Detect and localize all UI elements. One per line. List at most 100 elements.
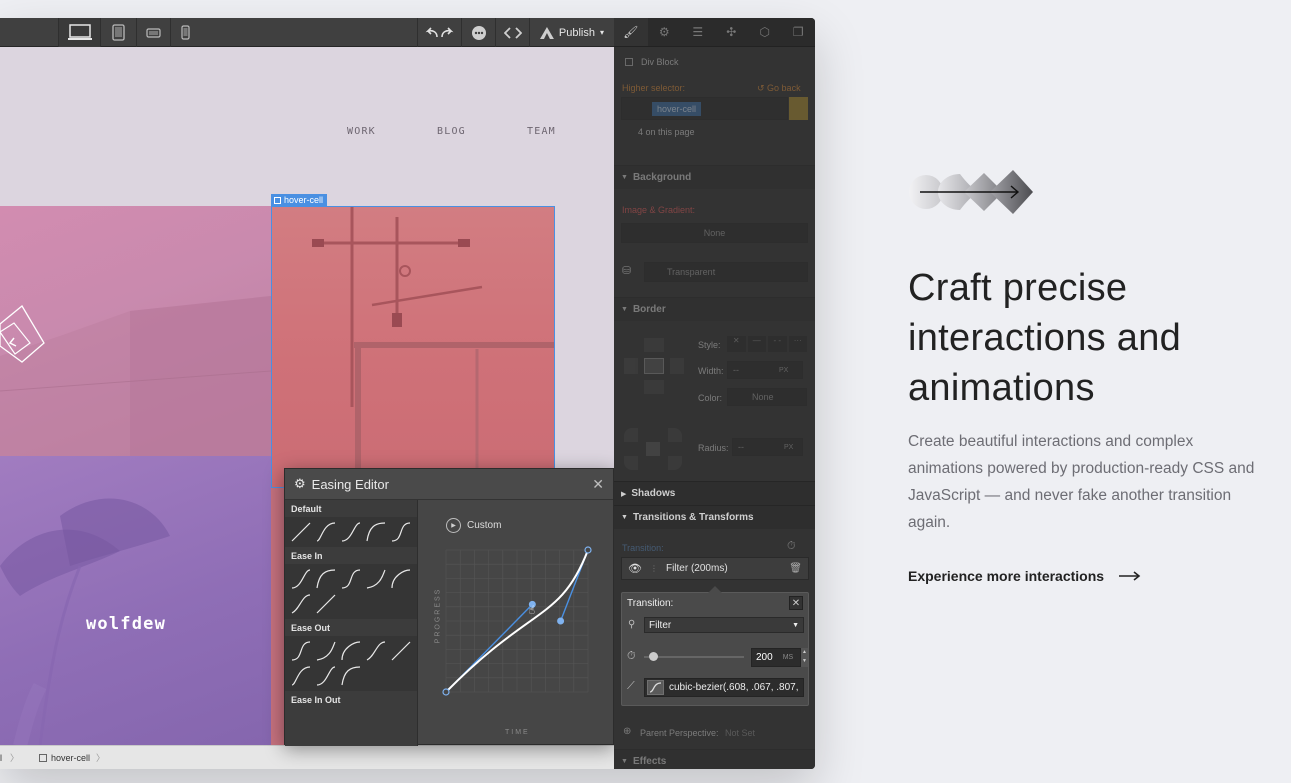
breadcrumb-item[interactable]: l 〉	[0, 746, 31, 769]
trash-icon[interactable]: 🗑	[789, 563, 802, 574]
easing-function-field[interactable]: cubic-bezier(.608, .067, .807,	[644, 678, 804, 697]
easing-preset-curve[interactable]	[314, 567, 338, 591]
tab-settings[interactable]: ⚙	[648, 18, 682, 46]
tab-symbols[interactable]: ⬡	[748, 18, 782, 46]
section-background[interactable]: ▼ Background	[614, 165, 815, 189]
section-border[interactable]: ▼ Border	[614, 297, 815, 321]
grid-tile-purple[interactable]: wolfdew	[0, 456, 271, 745]
tab-assets[interactable]: ❐	[782, 18, 816, 46]
easing-preset-curve[interactable]	[314, 664, 338, 688]
drag-handle-icon[interactable]: ⋮	[650, 564, 658, 573]
undo-redo-button[interactable]	[417, 18, 461, 47]
easing-preset-curve[interactable]	[389, 567, 413, 591]
grid-tile-pink[interactable]	[0, 206, 271, 456]
easing-preset-curve[interactable]	[389, 520, 413, 544]
close-icon[interactable]: ✕	[592, 476, 604, 493]
tab-style[interactable]: 🖌	[614, 18, 648, 46]
easing-preset-curve[interactable]	[339, 639, 363, 663]
experience-more-link[interactable]: Experience more interactions	[908, 568, 1141, 584]
image-gradient-field[interactable]: None	[621, 223, 808, 243]
bezier-curve-graph[interactable]: ☝	[418, 500, 615, 746]
site-nav-team[interactable]: TEAM	[527, 126, 556, 137]
tablet-view-button[interactable]	[100, 18, 136, 47]
duration-slider[interactable]	[644, 652, 744, 661]
border-dashed-icon[interactable]: - -	[768, 336, 787, 352]
image-gradient-value: None	[703, 228, 726, 238]
stopwatch-icon[interactable]: ⏱	[787, 540, 796, 553]
transition-property-select[interactable]: Filter ▼	[644, 617, 804, 633]
parent-perspective-value[interactable]: Not Set	[725, 728, 755, 738]
stopwatch-icon: ⏱	[627, 650, 636, 662]
publish-button[interactable]: Publish ▾	[529, 18, 614, 47]
class-tag[interactable]: hover-cell	[652, 101, 702, 116]
easing-group-title: Default	[291, 504, 322, 514]
border-width-field[interactable]: -- PX	[727, 361, 803, 379]
easing-preset-curve[interactable]	[339, 520, 363, 544]
easing-preset-curve[interactable]	[289, 664, 313, 688]
duration-input[interactable]: 200 MS	[751, 648, 801, 667]
go-back-link[interactable]: ↺ Go back	[757, 83, 801, 94]
easing-preset-curve[interactable]	[339, 567, 363, 591]
chevron-down-icon: ▾	[599, 28, 604, 37]
close-icon[interactable]: ✕	[789, 596, 803, 610]
duration-slider-handle[interactable]	[649, 652, 658, 661]
grid-tile-hover-cell[interactable]	[271, 206, 555, 488]
easing-preset-curve[interactable]	[364, 639, 388, 663]
easing-preset-curve[interactable]	[314, 592, 338, 616]
site-nav-work[interactable]: WORK	[347, 126, 376, 137]
selected-element-tag: hover-cell	[271, 194, 328, 206]
border-color-field[interactable]: None	[727, 388, 807, 406]
easing-preset-row	[285, 564, 417, 619]
border-none-icon[interactable]: ✕	[727, 336, 746, 352]
border-dotted-icon[interactable]: ···	[788, 336, 807, 352]
mobile-landscape-view-button[interactable]	[136, 18, 170, 47]
site-nav-blog[interactable]: BLOG	[437, 126, 466, 137]
chevron-right-icon: 〉	[10, 753, 20, 763]
easing-preset-curve[interactable]	[289, 639, 313, 663]
easing-preset-curve[interactable]	[289, 520, 313, 544]
desktop-view-button[interactable]	[58, 18, 100, 47]
selector-menu-button[interactable]	[789, 97, 808, 120]
transition-item[interactable]: 👁 ⋮ Filter (200ms) 🗑	[621, 557, 809, 580]
easing-presets: Default Ease In Ease Out Ease In Out	[285, 500, 418, 746]
eye-icon[interactable]: 👁	[628, 562, 642, 575]
selector-field[interactable]: hover-cell	[621, 97, 788, 120]
perspective-icon: ⊕	[623, 726, 632, 737]
mobile-portrait-view-button[interactable]	[170, 18, 200, 47]
section-effects[interactable]: ▼ Effects	[614, 749, 815, 769]
easing-preset-curve[interactable]	[289, 567, 313, 591]
section-shadows[interactable]: ▶ Shadows	[614, 481, 815, 505]
navigator-icon: ☰	[692, 25, 704, 39]
code-export-button[interactable]	[495, 18, 529, 47]
curve-thumbnail-icon[interactable]	[647, 680, 664, 695]
easing-preset-curve[interactable]	[364, 567, 388, 591]
designer-window: Publish ▾ WORK BLOG TEAM hover-cell wolf…	[0, 18, 815, 769]
duration-value: 200	[756, 652, 773, 663]
tab-navigator[interactable]: ☰	[681, 18, 715, 46]
triangle-down-icon: ▼	[621, 174, 628, 181]
border-radius-field[interactable]: -- PX	[732, 438, 803, 456]
chevron-down-icon: ▼	[792, 621, 799, 629]
section-transitions[interactable]: ▼ Transitions & Transforms	[614, 505, 815, 529]
easing-preset-curve[interactable]	[289, 592, 313, 616]
easing-preset-curve[interactable]	[364, 520, 388, 544]
higher-selector-label: Higher selector:	[622, 83, 686, 93]
border-width-value: --	[733, 365, 739, 375]
control-handle-2[interactable]	[557, 617, 565, 625]
go-back-label: Go back	[767, 83, 801, 93]
easing-editor-header[interactable]: ⚙ Easing Editor ✕	[285, 469, 613, 500]
easing-preset-curve[interactable]	[314, 520, 338, 544]
border-solid-icon[interactable]: —	[747, 336, 766, 352]
border-side-selector[interactable]	[624, 338, 684, 398]
background-color-field[interactable]: Transparent	[644, 262, 808, 282]
easing-preset-curve[interactable]	[314, 639, 338, 663]
preview-button[interactable]	[461, 18, 495, 47]
easing-preset-curve[interactable]	[339, 664, 363, 688]
element-box-icon	[625, 58, 633, 66]
border-style-buttons[interactable]: ✕ — - - ···	[727, 336, 807, 352]
easing-preset-curve[interactable]	[389, 639, 413, 663]
tab-interactions[interactable]: ✣	[715, 18, 749, 46]
duration-stepper[interactable]: ▲ ▼	[801, 648, 808, 667]
breadcrumb-item[interactable]: hover-cell 〉	[31, 746, 115, 769]
radius-corner-selector[interactable]	[624, 428, 684, 470]
